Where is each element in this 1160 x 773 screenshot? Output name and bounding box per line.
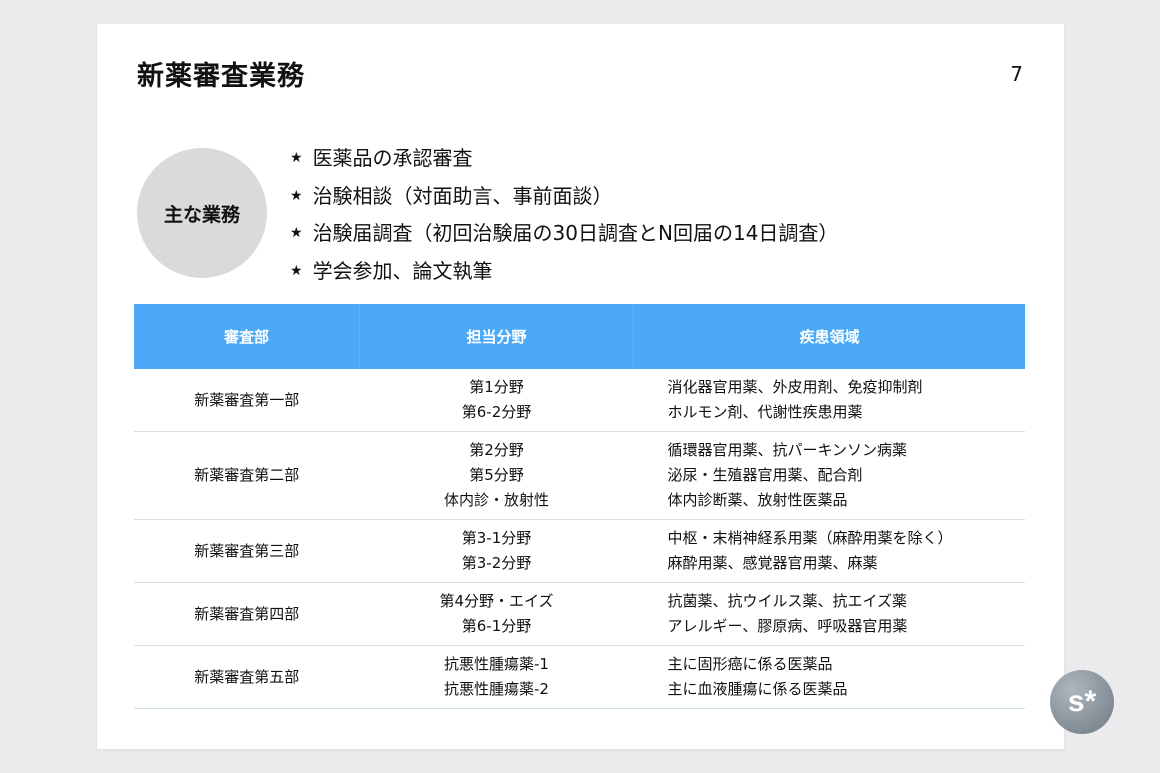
table-row: 新薬審査第二部 第2分野 第5分野 体内診・放射性 循環器官用薬、抗パーキンソン… [134, 431, 1025, 520]
review-departments-table: 審査部 担当分野 疾患領域 新薬審査第一部 第1分野 第6-2分野 消化器官用薬… [134, 304, 1025, 709]
field-cell: 抗悪性腫瘍薬-1 抗悪性腫瘍薬-2 [359, 645, 634, 709]
list-item: ★ 学会参加、論文執筆 [290, 253, 838, 291]
dept-cell: 新薬審査第四部 [134, 582, 360, 646]
star-icon: ★ [290, 262, 303, 279]
area-cell: 主に固形癌に係る医薬品 主に血液腫瘍に係る医薬品 [633, 645, 1025, 709]
table-row: 新薬審査第五部 抗悪性腫瘍薬-1 抗悪性腫瘍薬-2 主に固形癌に係る医薬品 主に… [134, 645, 1025, 709]
page-number: 7 [1010, 62, 1023, 86]
field-cell: 第2分野 第5分野 体内診・放射性 [359, 431, 634, 520]
field-cell: 第1分野 第6-2分野 [359, 369, 634, 432]
logo-text: s* [1067, 685, 1097, 718]
dept-cell: 新薬審査第五部 [134, 645, 360, 709]
area-cell: 中枢・末梢神経系用薬（麻酔用薬を除く） 麻酔用薬、感覚器官用薬、麻薬 [633, 519, 1025, 583]
field-cell: 第4分野・エイズ 第6-1分野 [359, 582, 634, 646]
duties-list: ★ 医薬品の承認審査 ★ 治験相談（対面助言、事前面談） ★ 治験届調査（初回治験届の… [290, 140, 838, 290]
slide: 新薬審査業務 7 主な業務 ★ 医薬品の承認審査 ★ 治験相談（対面助言、事前面談）… [97, 24, 1064, 749]
dept-cell: 新薬審査第一部 [134, 369, 360, 432]
area-cell: 消化器官用薬、外皮用剤、免疫抑制剤 ホルモン剤、代謝性疾患用薬 [633, 369, 1025, 432]
star-icon: ★ [290, 187, 303, 204]
table-header-row: 審査部 担当分野 疾患領域 [134, 304, 1025, 369]
area-cell: 循環器官用薬、抗パーキンソン病薬 泌尿・生殖器官用薬、配合剤 体内診断薬、放射性… [633, 431, 1025, 520]
column-header-dept: 審査部 [134, 304, 360, 369]
column-header-field: 担当分野 [359, 304, 634, 369]
speakerdeck-logo-icon[interactable]: s* [1050, 670, 1114, 734]
star-icon: ★ [290, 150, 303, 166]
list-item: ★ 治験届調査（初回治験届の30日調査とN回届の14日調査） [290, 215, 838, 253]
table-row: 新薬審査第四部 第4分野・エイズ 第6-1分野 抗菌薬、抗ウイルス薬、抗エイズ薬… [134, 582, 1025, 646]
slide-title: 新薬審査業務 [137, 61, 305, 92]
field-cell: 第3-1分野 第3-2分野 [359, 519, 634, 583]
list-item: ★ 治験相談（対面助言、事前面談） [290, 178, 838, 216]
star-icon: ★ [290, 225, 303, 241]
main-duties-label: 主な業務 [163, 203, 240, 226]
table-row: 新薬審査第三部 第3-1分野 第3-2分野 中枢・末梢神経系用薬（麻酔用薬を除く… [134, 519, 1025, 583]
area-cell: 抗菌薬、抗ウイルス薬、抗エイズ薬 アレルギー、膠原病、呼吸器官用薬 [633, 582, 1025, 646]
dept-cell: 新薬審査第三部 [134, 519, 360, 583]
dept-cell: 新薬審査第二部 [134, 431, 360, 520]
main-duties-badge: 主な業務 [137, 148, 267, 278]
list-item: ★ 医薬品の承認審査 [290, 140, 838, 178]
table-row: 新薬審査第一部 第1分野 第6-2分野 消化器官用薬、外皮用剤、免疫抑制剤 ホル… [134, 369, 1025, 432]
column-header-area: 疾患領域 [633, 304, 1025, 369]
